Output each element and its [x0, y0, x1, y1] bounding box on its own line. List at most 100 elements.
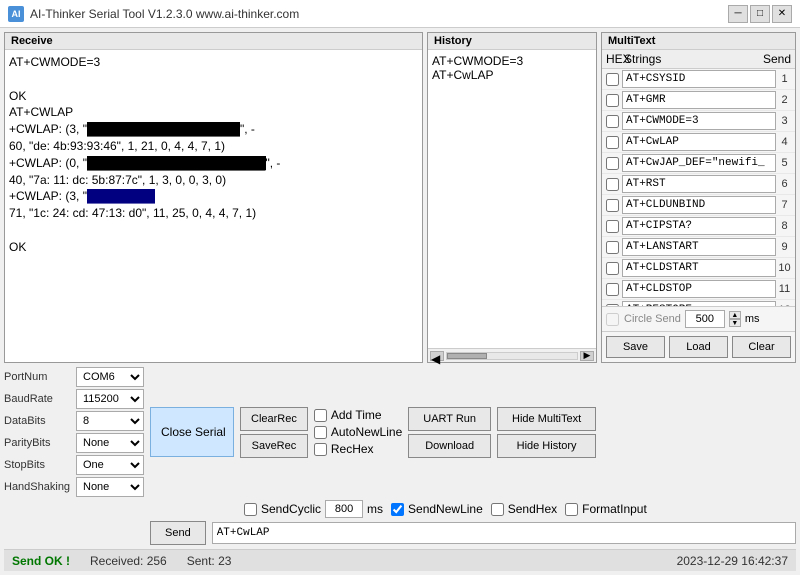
- scroll-thumb[interactable]: [447, 353, 487, 359]
- mt-checkbox-1[interactable]: [606, 73, 619, 86]
- circle-send-checkbox[interactable]: [606, 313, 619, 326]
- auto-newline-checkbox[interactable]: [314, 426, 327, 439]
- multitext-row: 11: [602, 279, 795, 300]
- close-serial-button[interactable]: Close Serial: [150, 407, 234, 457]
- mt-num-1[interactable]: 1: [778, 73, 791, 85]
- mt-checkbox-9[interactable]: [606, 241, 619, 254]
- databits-label: DataBits: [4, 415, 72, 427]
- mt-checkbox-8[interactable]: [606, 220, 619, 233]
- mt-checkbox-3[interactable]: [606, 115, 619, 128]
- uart-run-button[interactable]: UART Run: [408, 407, 491, 431]
- download-button[interactable]: Download: [408, 434, 491, 458]
- mt-input-1[interactable]: [622, 70, 776, 88]
- serial-btn-group: Close Serial: [150, 407, 234, 457]
- receive-line: [9, 222, 418, 239]
- mt-checkbox-11[interactable]: [606, 283, 619, 296]
- maximize-button[interactable]: □: [750, 5, 770, 23]
- receive-line: AT+CWLAP: [9, 104, 418, 121]
- format-input-checkbox[interactable]: [565, 503, 578, 516]
- history-panel: History AT+CWMODE=3 AT+CwLAP ◀ ▶: [427, 32, 597, 363]
- mt-checkbox-6[interactable]: [606, 178, 619, 191]
- mt-num-3[interactable]: 3: [778, 115, 791, 127]
- portnum-select[interactable]: COM6: [76, 367, 144, 387]
- paritybits-select[interactable]: None: [76, 433, 144, 453]
- mt-num-4[interactable]: 4: [778, 136, 791, 148]
- scroll-left-btn[interactable]: ◀: [430, 351, 444, 361]
- receive-line: OK: [9, 88, 418, 105]
- format-input-label: FormatInput: [582, 502, 647, 516]
- send-hex-row: SendHex: [491, 502, 557, 516]
- mt-checkbox-5[interactable]: [606, 157, 619, 170]
- mt-input-4[interactable]: [622, 133, 776, 151]
- multitext-row: 1: [602, 69, 795, 90]
- history-hscrollbar[interactable]: ◀ ▶: [428, 348, 596, 362]
- mt-input-10[interactable]: [622, 259, 776, 277]
- history-item[interactable]: AT+CWMODE=3: [432, 54, 592, 68]
- save-button[interactable]: Save: [606, 336, 665, 358]
- scroll-right-btn[interactable]: ▶: [580, 351, 594, 361]
- stopbits-select[interactable]: One: [76, 455, 144, 475]
- multitext-row: 10: [602, 258, 795, 279]
- mt-num-6[interactable]: 6: [778, 178, 791, 190]
- databits-select[interactable]: 8: [76, 411, 144, 431]
- send-hex-checkbox[interactable]: [491, 503, 504, 516]
- title-bar-controls[interactable]: ─ □ ✕: [728, 5, 792, 23]
- mt-num-9[interactable]: 9: [778, 241, 791, 253]
- send-input[interactable]: [212, 522, 796, 544]
- mt-input-6[interactable]: [622, 175, 776, 193]
- add-time-checkbox[interactable]: [314, 409, 327, 422]
- mt-checkbox-2[interactable]: [606, 94, 619, 107]
- col-send-label: Send: [763, 52, 791, 66]
- cyclic-ms-input[interactable]: [325, 500, 363, 518]
- mt-num-2[interactable]: 2: [778, 94, 791, 106]
- receive-content: AT+CWMODE=3 OK AT+CWLAP +CWLAP: (3, "███…: [5, 50, 422, 362]
- mt-num-11[interactable]: 11: [778, 283, 791, 295]
- spinner-up[interactable]: ▲: [729, 311, 741, 319]
- multitext-actions: Save Load Clear: [602, 331, 795, 362]
- history-item[interactable]: AT+CwLAP: [432, 68, 592, 82]
- multitext-columns: HEX Strings Send: [602, 50, 795, 69]
- mt-checkbox-7[interactable]: [606, 199, 619, 212]
- mt-input-8[interactable]: [622, 217, 776, 235]
- rec-hex-label: RecHex: [331, 442, 374, 456]
- multitext-row: 3: [602, 111, 795, 132]
- receive-line: +CWLAP: (0, "█████████████████████", -: [9, 155, 418, 172]
- mt-checkbox-4[interactable]: [606, 136, 619, 149]
- clear-rec-button[interactable]: ClearRec: [240, 407, 308, 431]
- save-rec-button[interactable]: SaveRec: [240, 434, 308, 458]
- mt-checkbox-10[interactable]: [606, 262, 619, 275]
- ms-unit-label: ms: [367, 502, 383, 516]
- circle-send-input[interactable]: [685, 310, 725, 328]
- mt-input-5[interactable]: [622, 154, 776, 172]
- close-button[interactable]: ✕: [772, 5, 792, 23]
- mt-input-7[interactable]: [622, 196, 776, 214]
- baudrate-select[interactable]: 115200: [76, 389, 144, 409]
- send-cyclic-checkbox[interactable]: [244, 503, 257, 516]
- clear-button[interactable]: Clear: [732, 336, 791, 358]
- app-icon: AI: [8, 6, 24, 22]
- hide-multitext-button[interactable]: Hide MultiText: [497, 407, 596, 431]
- hide-history-button[interactable]: Hide History: [497, 434, 596, 458]
- portnum-row: PortNum COM6: [4, 367, 144, 387]
- send-button[interactable]: Send: [150, 521, 206, 545]
- minimize-button[interactable]: ─: [728, 5, 748, 23]
- receive-header: Receive: [5, 33, 422, 50]
- send-newline-checkbox[interactable]: [391, 503, 404, 516]
- mt-input-9[interactable]: [622, 238, 776, 256]
- mt-num-7[interactable]: 7: [778, 199, 791, 211]
- mt-input-11[interactable]: [622, 280, 776, 298]
- mt-input-2[interactable]: [622, 91, 776, 109]
- handshaking-select[interactable]: None: [76, 477, 144, 497]
- scroll-track[interactable]: [446, 352, 578, 360]
- multitext-panel: MultiText HEX Strings Send 1234567891011…: [601, 32, 796, 363]
- rec-hex-checkbox[interactable]: [314, 443, 327, 456]
- spinner-down[interactable]: ▼: [729, 319, 741, 327]
- mt-num-10[interactable]: 10: [778, 262, 791, 274]
- mt-input-3[interactable]: [622, 112, 776, 130]
- load-button[interactable]: Load: [669, 336, 728, 358]
- mt-num-5[interactable]: 5: [778, 157, 791, 169]
- spinner-buttons[interactable]: ▲ ▼: [729, 311, 741, 327]
- multitext-row: 2: [602, 90, 795, 111]
- baudrate-label: BaudRate: [4, 393, 72, 405]
- mt-num-8[interactable]: 8: [778, 220, 791, 232]
